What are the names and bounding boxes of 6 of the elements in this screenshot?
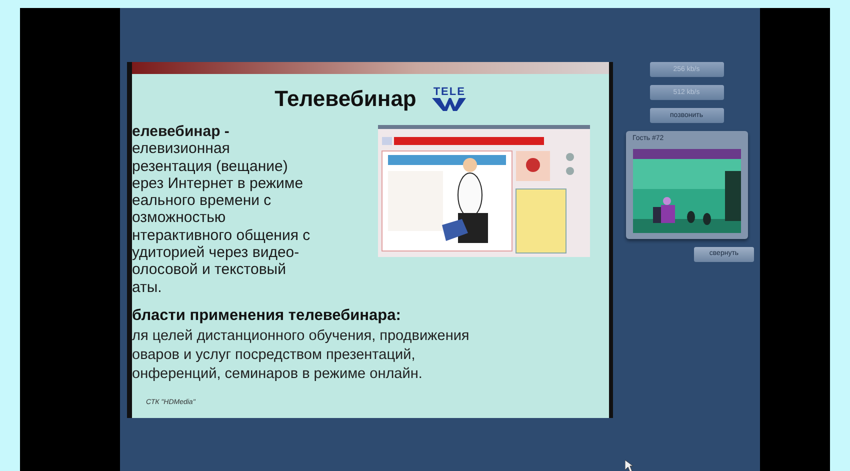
logo: TELE	[432, 86, 466, 110]
definition-text: елевебинар - елевизионная резентация (вещание) ерез Интернет в режиме еального времени с озможностью нтерактивного общения с удиторией через видео- олосовой и текстовый аты.	[132, 123, 312, 296]
cursor-icon	[625, 460, 633, 471]
slide-title: Телевебинар	[274, 85, 416, 113]
section-heading: бласти применения телевебинара:	[132, 306, 402, 326]
areas-text: ля целей дистанционного обучения, продвижения оваров и услуг посредством презентаций, онференций, семинаров в режиме онлайн.	[132, 327, 470, 384]
